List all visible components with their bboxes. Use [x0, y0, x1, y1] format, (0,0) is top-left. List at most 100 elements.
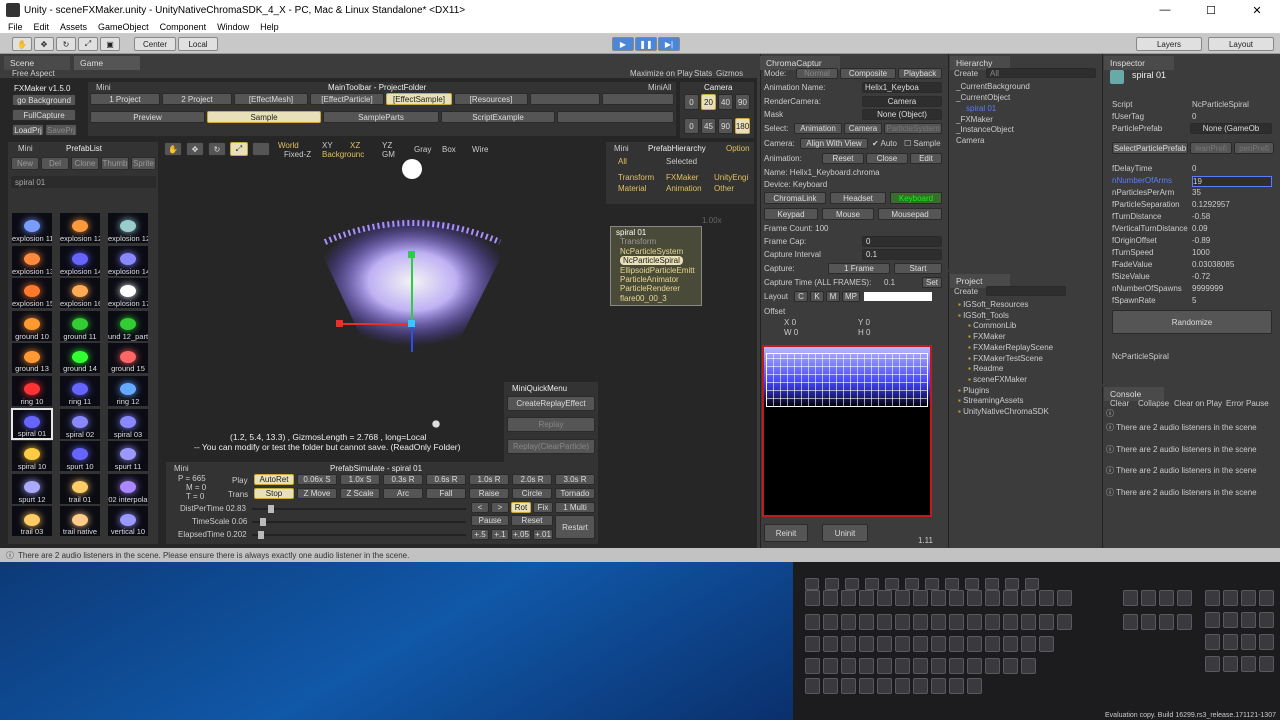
- playrow-button-2[interactable]: 1.0x S: [340, 474, 380, 485]
- console-message[interactable]: ⓘ: [1106, 408, 1114, 419]
- inspector-field-value-10[interactable]: 9999999: [1192, 284, 1223, 293]
- folder-empty-2[interactable]: [602, 93, 674, 105]
- sim-multi-button[interactable]: 1 Multi: [555, 502, 595, 513]
- hier-item-fxmaker[interactable]: _FXMaker: [956, 115, 993, 124]
- inspector-object-name[interactable]: spiral 01: [1132, 70, 1166, 80]
- wire-toggle[interactable]: Wire: [472, 145, 488, 154]
- scene-rotate-icon[interactable]: ↻: [208, 142, 226, 156]
- uninit-button[interactable]: Uninit: [822, 524, 868, 542]
- prefab-hier-node-6[interactable]: ParticleRenderer: [620, 284, 680, 293]
- sim-reset-button[interactable]: Reset: [511, 515, 553, 526]
- sim-plus-05-button[interactable]: +.5: [471, 529, 489, 540]
- prefab-hier-node-7[interactable]: flare00_00_3: [620, 294, 667, 303]
- align-with-view-button[interactable]: Align With View: [800, 138, 868, 149]
- project-item-4[interactable]: ▪ FXMakerReplayScene: [968, 343, 1053, 352]
- prefab-thumb-27[interactable]: trail 03: [11, 505, 53, 538]
- prefab-thumb-button[interactable]: Thumb: [101, 157, 129, 170]
- playrow-button-6[interactable]: 2.0s R: [512, 474, 552, 485]
- xz-toggle[interactable]: XZ: [350, 141, 360, 150]
- prefab-del-button[interactable]: Del: [41, 157, 69, 170]
- go-background-button[interactable]: go Background: [12, 94, 76, 106]
- prefab-thumb-1[interactable]: explosion 12: [59, 212, 101, 244]
- scene-hand-icon[interactable]: ✋: [164, 142, 182, 156]
- world-toggle[interactable]: World: [278, 141, 299, 150]
- prefab-hier-node-3[interactable]: NcParticleSpiral: [620, 256, 683, 266]
- offset-x-value[interactable]: 0: [792, 318, 796, 327]
- cam-rot-90[interactable]: 90: [718, 118, 733, 134]
- cam-angle-0[interactable]: 0: [684, 94, 699, 110]
- prefab-thumb-26[interactable]: 02 interpola: [107, 472, 149, 505]
- device-keyboard-button[interactable]: Keyboard: [890, 192, 942, 204]
- select-animation-button[interactable]: Animation: [794, 123, 842, 134]
- scene-scale-icon[interactable]: ⤢: [230, 142, 248, 156]
- dist-slider-thumb[interactable]: [268, 505, 274, 513]
- fusertag-value[interactable]: 0: [1192, 112, 1196, 121]
- timescale-slider-thumb[interactable]: [260, 518, 266, 526]
- sim-plus-001-button[interactable]: +.01: [533, 529, 553, 540]
- cam-angle-40[interactable]: 40: [718, 94, 733, 110]
- scene-empty-tool[interactable]: [252, 142, 270, 156]
- gizmos-dropdown[interactable]: Gizmos: [716, 69, 743, 78]
- tab-scene[interactable]: Scene: [4, 56, 70, 70]
- sim-plus-005-button[interactable]: +.05: [511, 529, 531, 540]
- maximize-on-play-toggle[interactable]: Maximize on Play: [630, 69, 693, 78]
- console-message[interactable]: ⓘ There are 2 audio listeners in the sce…: [1106, 487, 1257, 498]
- replay-button[interactable]: Replay: [507, 417, 595, 432]
- filter-selected[interactable]: Selected: [666, 157, 697, 166]
- capture-interval-input[interactable]: 0.1: [862, 249, 942, 260]
- layout-dropdown[interactable]: Layout: [1208, 37, 1274, 51]
- timescale-slider[interactable]: [252, 521, 466, 523]
- menu-file[interactable]: File: [8, 22, 23, 32]
- capture-time-value[interactable]: 0.1: [884, 278, 895, 287]
- menu-component[interactable]: Component: [160, 22, 207, 32]
- prefab-thumb-22[interactable]: spurt 10: [59, 440, 101, 473]
- prefab-thumb-10[interactable]: ground 11: [59, 309, 101, 342]
- mini-all-button[interactable]: MiniAll: [648, 83, 672, 92]
- cam-angle-20[interactable]: 20: [701, 94, 716, 110]
- hierarchy-search-input[interactable]: All: [986, 68, 1096, 78]
- scale-tool-icon[interactable]: ⤢: [78, 37, 98, 51]
- filter-fxmaker[interactable]: FXMaker: [666, 173, 698, 182]
- filter-transform[interactable]: Transform: [618, 173, 654, 182]
- subfolder-empty[interactable]: [557, 111, 674, 123]
- scene-move-icon[interactable]: ✥: [186, 142, 204, 156]
- prefab-thumb-11[interactable]: und 12_part: [107, 309, 149, 342]
- menu-assets[interactable]: Assets: [60, 22, 87, 32]
- project-item-0[interactable]: ▪ IGSoft_Resources: [958, 300, 1028, 309]
- create-replay-effect-button[interactable]: CreateReplayEffect: [507, 396, 595, 411]
- folder-resources[interactable]: [Resources]: [454, 93, 528, 105]
- layout-color-swatch[interactable]: [864, 292, 932, 301]
- play-icon[interactable]: ▶: [612, 37, 634, 51]
- menu-edit[interactable]: Edit: [34, 22, 50, 32]
- playrow-button-5[interactable]: 1.0s R: [469, 474, 509, 485]
- transrow-button-2[interactable]: Z Scale: [340, 488, 380, 499]
- transrow-button-6[interactable]: Circle: [512, 488, 552, 499]
- frame-cap-input[interactable]: 0: [862, 236, 942, 247]
- transrow-button-4[interactable]: Fall: [426, 488, 466, 499]
- offset-w-value[interactable]: 0: [794, 328, 798, 337]
- mode-composite-button[interactable]: Composite: [840, 68, 896, 79]
- inspector-field-value-5[interactable]: 0.09: [1192, 224, 1208, 233]
- simulate-mini[interactable]: Mini: [174, 464, 189, 473]
- save-prj-button[interactable]: SavePrj: [45, 124, 77, 136]
- prefab-thumb-23[interactable]: spurt 11: [107, 440, 149, 473]
- filter-other[interactable]: Other: [714, 184, 734, 193]
- prefab-search-input[interactable]: spiral 01: [11, 176, 156, 188]
- prefab-thumb-19[interactable]: spiral 02: [59, 407, 101, 440]
- step-icon[interactable]: ▶|: [658, 37, 680, 51]
- sim-pause-button[interactable]: Pause: [471, 515, 509, 526]
- anim-name-input[interactable]: Helix1_Keyboa: [862, 82, 942, 93]
- capture-start-button[interactable]: Start: [894, 263, 942, 274]
- project-item-3[interactable]: ▪ FXMaker: [968, 332, 1006, 341]
- prefab-thumb-6[interactable]: explosion 15: [11, 277, 53, 310]
- prefab-hier-node-4[interactable]: EllipsoidParticleEmitt: [620, 266, 695, 275]
- hand-tool-icon[interactable]: ✋: [12, 37, 32, 51]
- particle-prefab-field[interactable]: None (GameOb: [1190, 123, 1272, 134]
- aspect-dropdown[interactable]: Free Aspect: [12, 69, 55, 78]
- cam-rot-180[interactable]: 180: [735, 118, 750, 134]
- prefab-thumb-0[interactable]: explosion 11: [11, 212, 53, 244]
- anim-close-button[interactable]: Close: [866, 153, 908, 164]
- inspector-field-value-9[interactable]: -0.72: [1192, 272, 1210, 281]
- subfolder-scriptexample[interactable]: ScriptExample: [441, 111, 555, 123]
- project-item-6[interactable]: ▪ Readme: [968, 364, 1003, 373]
